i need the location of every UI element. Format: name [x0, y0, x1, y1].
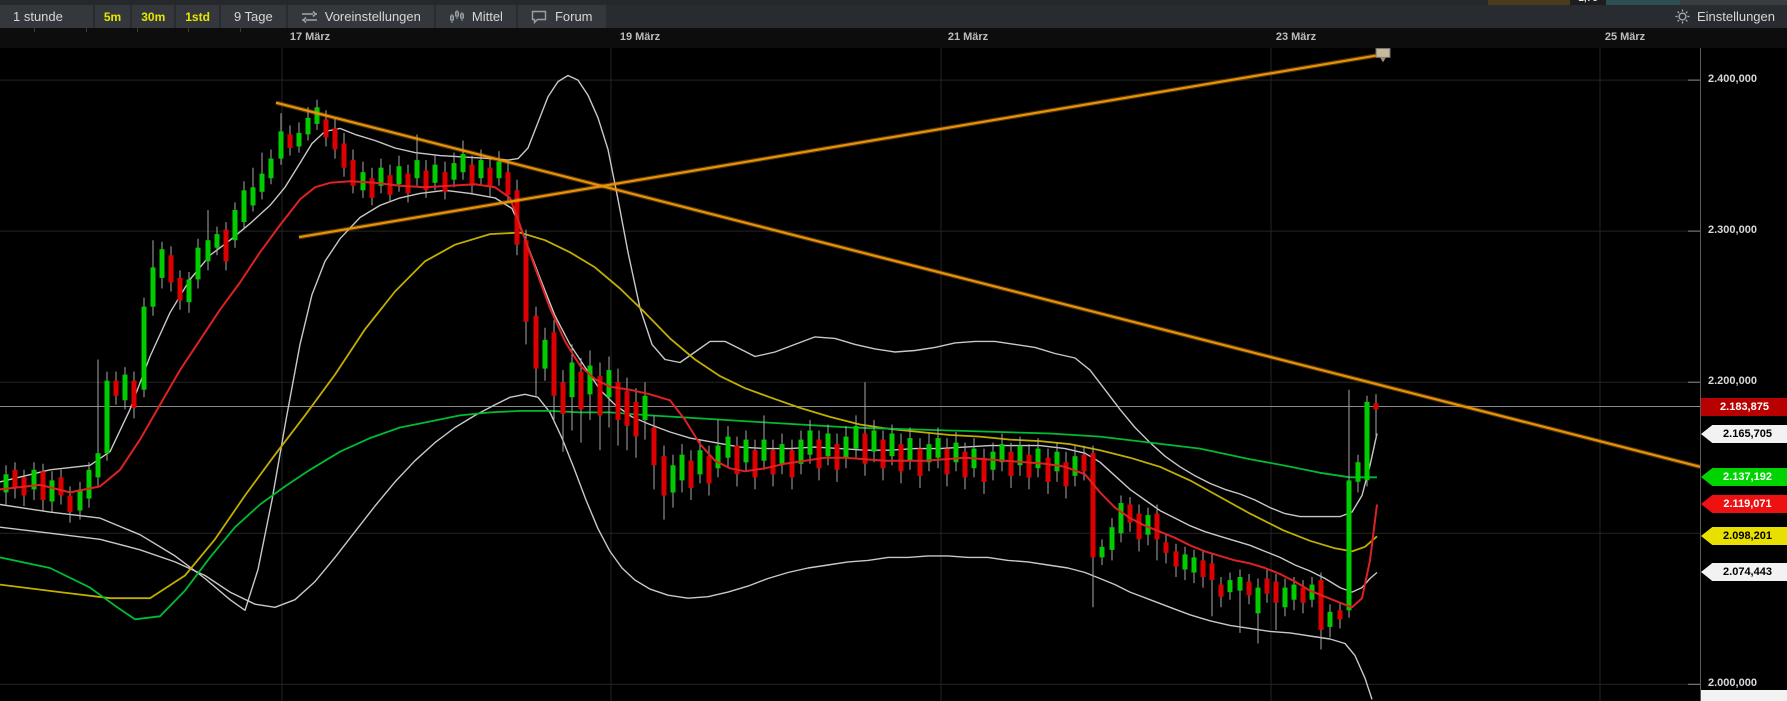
date-axis-label: 23 März: [1276, 31, 1316, 43]
y-axis-ticks: [1688, 80, 1700, 684]
price-badge: 2.183,875: [1701, 398, 1787, 416]
date-axis-label: 25 März: [1605, 31, 1645, 43]
range-label: 9 Tage: [234, 9, 273, 24]
price-axis-label: 2.400,000: [1708, 73, 1757, 85]
sliders-icon: [301, 10, 318, 24]
speech-bubble-icon: [531, 10, 548, 24]
forum-button[interactable]: Forum: [518, 5, 606, 28]
minor-tick: [34, 28, 35, 32]
presets-label: Voreinstellungen: [325, 9, 421, 24]
presets-button[interactable]: Voreinstellungen: [288, 5, 434, 28]
minor-tick: [188, 28, 189, 32]
tf-30m-button[interactable]: 30m: [132, 5, 174, 28]
settings-button[interactable]: Einstellungen: [1663, 5, 1787, 28]
price-badge: 2.119,071: [1701, 495, 1787, 513]
range-dropdown[interactable]: 9 Tage: [221, 5, 286, 28]
price-chart-canvas[interactable]: [0, 48, 1700, 701]
series-ma-medium-yellow: [0, 233, 1377, 599]
series-bollinger-upper: [0, 76, 1377, 517]
gear-icon: [1675, 9, 1690, 24]
trendline-ascending[interactable]: [299, 54, 1383, 237]
price-axis-label: 2.300,000: [1708, 224, 1757, 236]
main-toolbar: 1 stunde 5m 30m 1std 9 Tage Voreinstellu…: [0, 5, 1787, 28]
date-axis-label: 21 März: [948, 31, 988, 43]
tf-5m-button[interactable]: 5m: [95, 5, 130, 28]
minor-tick: [137, 28, 138, 32]
date-axis-label: 19 März: [620, 31, 660, 43]
price-badge: 2.098,201: [1701, 527, 1787, 545]
price-badge: 2.165,705: [1701, 425, 1787, 443]
trendline-handle[interactable]: [1376, 48, 1390, 62]
price-axis-label: 2.200,000: [1708, 375, 1757, 387]
timeframe-label: 1 stunde: [13, 9, 63, 24]
settings-label: Einstellungen: [1697, 9, 1775, 24]
forum-label: Forum: [555, 9, 593, 24]
candlestick-series: [4, 100, 1379, 650]
mittel-button[interactable]: Mittel: [436, 5, 516, 28]
minor-tick: [240, 28, 241, 32]
trading-app-window: 1,76 1 stunde 5m 30m 1std 9 Tage Voreins…: [0, 0, 1787, 701]
mittel-label: Mittel: [472, 9, 503, 24]
price-axis[interactable]: 2.400,000 2.300,000 2.200,000 2.000,000 2.18…: [1700, 48, 1787, 701]
timeframe-dropdown[interactable]: 1 stunde: [0, 5, 93, 28]
chart-area: 17 März 19 März 21 März 23 März 25 März 2.40…: [0, 28, 1787, 701]
date-axis-label: 17 März: [290, 31, 330, 43]
price-axis-label: 2.000,000: [1708, 677, 1757, 689]
tf-1std-button[interactable]: 1std: [176, 5, 219, 28]
candlestick-icon: [449, 9, 465, 24]
minor-tick: [86, 28, 87, 32]
price-badge: 2.137,192: [1701, 468, 1787, 486]
date-axis: 17 März 19 März 21 März 23 März 25 März: [0, 28, 1787, 48]
price-badge: [1701, 690, 1787, 701]
price-badge: 2.074,443: [1701, 563, 1787, 581]
